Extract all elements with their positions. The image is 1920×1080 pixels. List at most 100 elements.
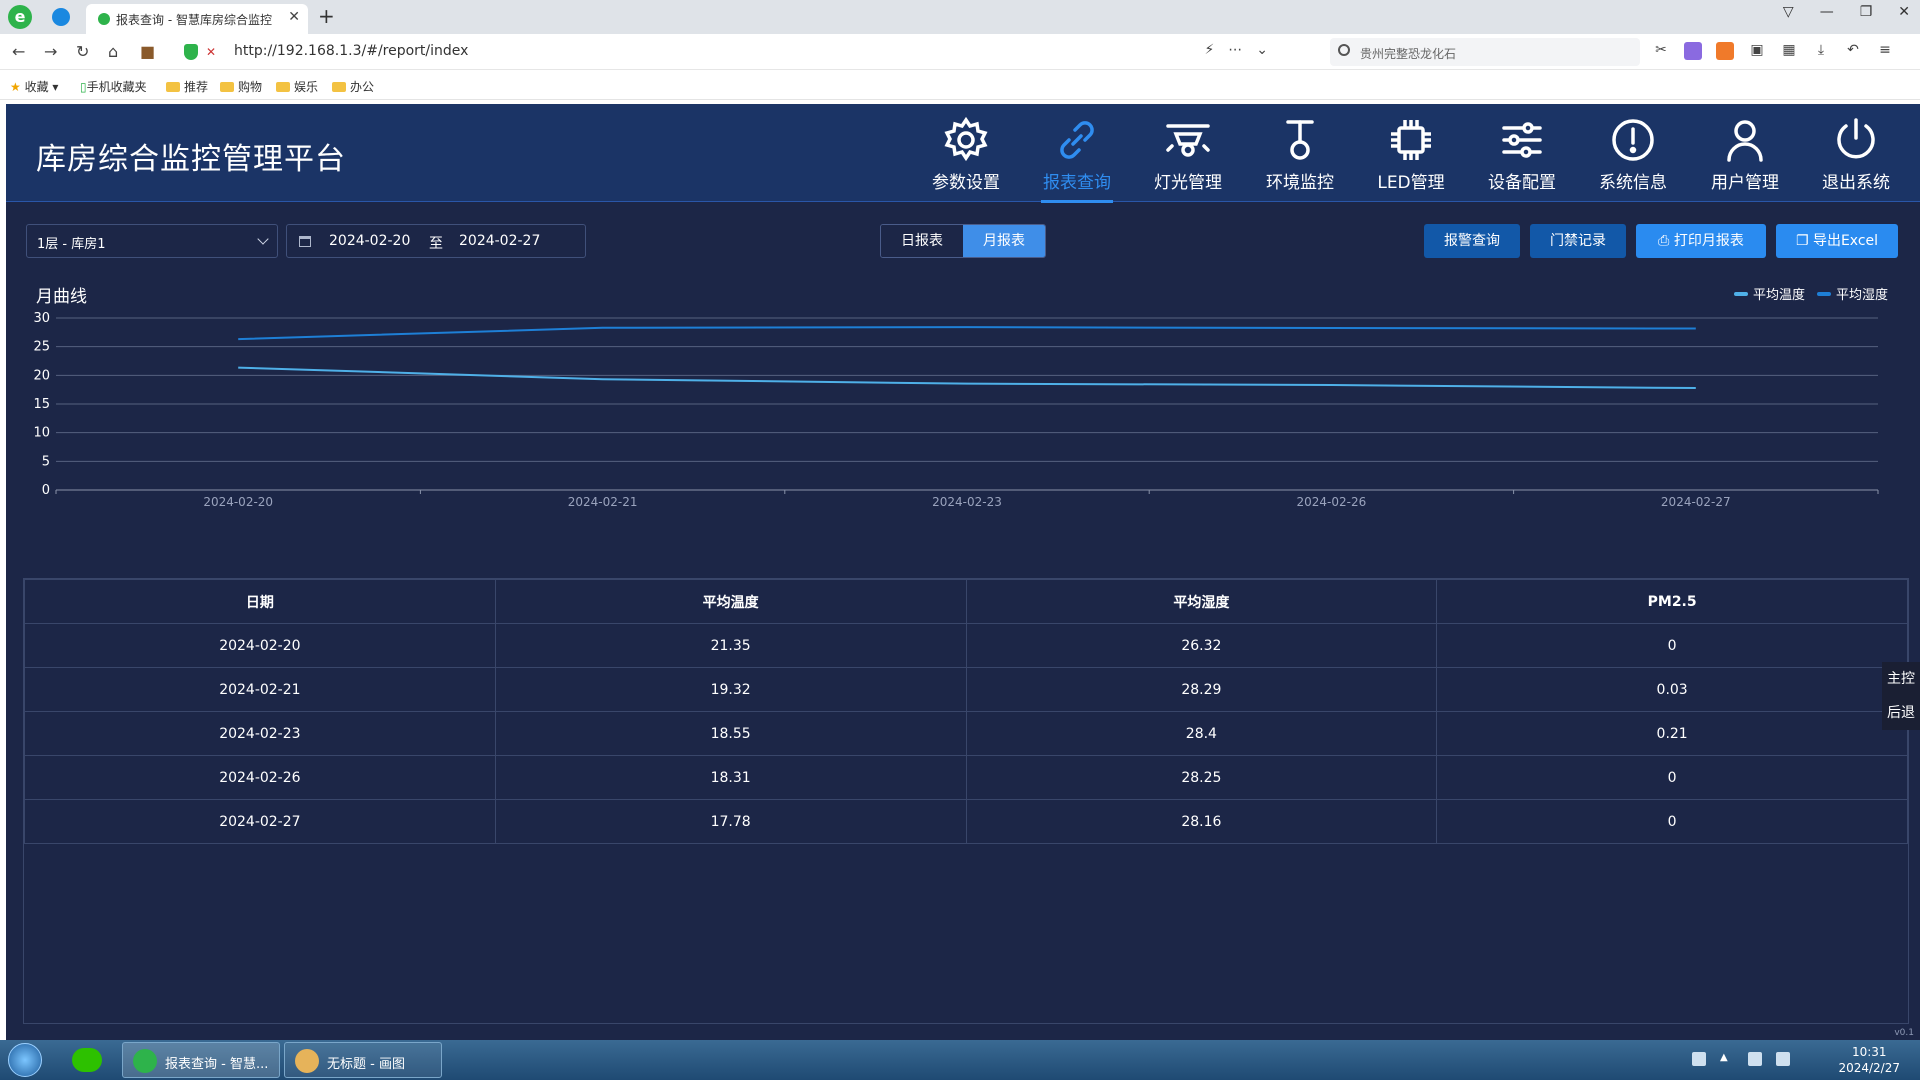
y-tick-label: 10 [33, 426, 50, 441]
cell-humidity: 28.4 [965, 711, 1438, 756]
start-button-icon[interactable] [8, 1043, 42, 1077]
clock[interactable]: 10:31 2024/2/27 [1838, 1044, 1900, 1076]
y-tick-label: 5 [42, 454, 50, 469]
date-range-picker[interactable]: 2024-02-20 至 2024-02-27 [286, 224, 586, 258]
print-report-button[interactable]: ⎙ 打印月报表 [1636, 224, 1766, 258]
game-icon[interactable] [1716, 42, 1734, 60]
app-title: 库房综合监控管理平台 [36, 142, 346, 177]
menu-report[interactable]: 报表查询 [1027, 116, 1127, 203]
reload-icon[interactable]: ↻ [76, 42, 89, 61]
app-header: 库房综合监控管理平台 参数设置 报表查询 灯光管理 环境监控 LED管理 设备配… [6, 104, 1920, 203]
undo-icon[interactable]: ↶ [1844, 42, 1862, 60]
daily-report-button[interactable]: 日报表 [881, 225, 963, 257]
column-header-date: 日期 [24, 579, 496, 624]
table-header-row: 日期 平均温度 平均湿度 PM2.5 [24, 579, 1908, 624]
menu-icon[interactable]: ≡ [1876, 42, 1894, 60]
back-button[interactable]: 后退 [1882, 696, 1920, 730]
menu-system-info[interactable]: 系统信息 [1583, 116, 1683, 193]
search-text[interactable]: 贵州完整恐龙化石 [1360, 45, 1456, 62]
menu-environment[interactable]: 环境监控 [1250, 116, 1350, 193]
url-text[interactable]: http://192.168.1.3/#/report/index [234, 43, 468, 59]
star-icon: ★ [10, 80, 21, 94]
tray-expand-icon[interactable]: ▲ [1720, 1052, 1734, 1066]
bookmark-mobile[interactable]: ▯手机收藏夹 [80, 78, 147, 95]
volume-icon[interactable] [1748, 1052, 1762, 1066]
mail-icon[interactable]: ▣ [1748, 42, 1766, 60]
link-icon [1060, 121, 1094, 159]
menu-device-config[interactable]: 设备配置 [1472, 116, 1572, 193]
column-header-pm25: PM2.5 [1436, 579, 1908, 624]
bookmark-favorites[interactable]: ★ 收藏 ▾ [10, 78, 58, 95]
report-type-toggle: 日报表 月报表 [880, 224, 1046, 258]
cell-pm25: 0 [1436, 623, 1908, 668]
wechat-icon[interactable] [72, 1048, 102, 1072]
x-tick-label: 2024-02-27 [1661, 495, 1731, 509]
alarm-query-button[interactable]: 报警查询 [1424, 224, 1520, 258]
room-select[interactable]: 1层 - 库房1 [26, 224, 278, 258]
menu-params[interactable]: 参数设置 [916, 116, 1016, 193]
date-start[interactable]: 2024-02-20 [329, 233, 410, 249]
column-header-humidity: 平均湿度 [965, 579, 1438, 624]
cell-temperature: 21.35 [494, 623, 967, 668]
insecure-icon[interactable]: ✕ [206, 45, 216, 59]
chevron-down-icon [257, 233, 269, 245]
taskbar-item-paint[interactable]: 无标题 - 画图 [284, 1042, 442, 1078]
download-icon[interactable]: ⤓ [1812, 42, 1830, 60]
calendar-icon [299, 236, 311, 247]
search-input[interactable]: 贵州完整恐龙化石 [1330, 38, 1640, 66]
back-icon[interactable]: ← [12, 42, 25, 61]
cell-humidity: 28.29 [965, 667, 1438, 712]
extension-purple-icon[interactable] [1684, 42, 1702, 60]
forward-icon[interactable]: → [44, 42, 57, 61]
tab-close-icon[interactable]: ✕ [288, 9, 300, 25]
browser-navbar: ← → ↻ ⌂ ■ ✕ http://192.168.1.3/#/report/… [0, 34, 1920, 70]
minimize-icon[interactable]: — [1820, 4, 1834, 20]
menu-user-management[interactable]: 用户管理 [1695, 116, 1795, 193]
room-select-value: 1层 - 库房1 [37, 237, 106, 252]
cell-pm25: 0 [1436, 755, 1908, 800]
menu-led[interactable]: LED管理 [1361, 116, 1461, 193]
bookmark-entertainment[interactable]: 娱乐 [276, 78, 318, 95]
address-bar[interactable]: ✕ http://192.168.1.3/#/report/index ⚡⋯⌄ [176, 40, 1296, 64]
restore-icon[interactable]: ❐ [1860, 4, 1873, 20]
gear-icon [944, 116, 988, 162]
bookmarks-bar: ★ 收藏 ▾ ▯手机收藏夹 推荐 购物 娱乐 办公 [0, 70, 1920, 100]
export-excel-button[interactable]: ❐ 导出Excel [1776, 224, 1898, 258]
cell-pm25: 0.21 [1436, 711, 1908, 756]
shield-icon [184, 44, 198, 60]
scissors-icon[interactable]: ✂ [1652, 42, 1670, 60]
browser-logo-icon[interactable]: e [8, 5, 32, 29]
bookmark-recommend[interactable]: 推荐 [166, 78, 208, 95]
briefcase-icon[interactable]: ■ [140, 42, 155, 61]
close-window-icon[interactable]: ✕ [1898, 4, 1910, 20]
date-end[interactable]: 2024-02-27 [459, 233, 540, 249]
main-control-button[interactable]: 主控 [1882, 662, 1920, 696]
menu-logout[interactable]: 退出系统 [1806, 116, 1906, 193]
column-header-temperature: 平均温度 [494, 579, 967, 624]
browser-tab-active[interactable]: 报表查询 - 智慧库房综合监控 ✕ [86, 4, 308, 34]
network-icon[interactable] [1776, 1052, 1790, 1066]
shirt-icon[interactable]: ▽ [1783, 4, 1794, 20]
y-tick-label: 25 [33, 340, 50, 355]
taskbar-item-browser[interactable]: 报表查询 - 智慧... [122, 1042, 280, 1078]
apps-grid-icon[interactable]: ▦ [1780, 42, 1798, 60]
keyboard-icon[interactable] [1692, 1052, 1706, 1066]
pinned-tab-icon[interactable] [52, 8, 70, 26]
power-icon [1837, 118, 1875, 159]
menu-lighting[interactable]: 灯光管理 [1138, 116, 1238, 193]
address-tools[interactable]: ⚡⋯⌄ [1204, 42, 1282, 58]
tray-icons: ▲ [1692, 1052, 1790, 1066]
cell-humidity: 26.32 [965, 623, 1438, 668]
os-taskbar: 报表查询 - 智慧... 无标题 - 画图 ▲ 10:31 2024/2/27 [0, 1040, 1920, 1080]
new-tab-icon[interactable]: + [318, 4, 335, 28]
folder-icon [220, 82, 234, 92]
alert-icon [1612, 119, 1654, 161]
access-record-button[interactable]: 门禁记录 [1530, 224, 1626, 258]
tab-title: 报表查询 - 智慧库房综合监控 [116, 13, 272, 27]
bookmark-office[interactable]: 办公 [332, 78, 374, 95]
monthly-report-button[interactable]: 月报表 [963, 225, 1045, 257]
bookmark-shopping[interactable]: 购物 [220, 78, 262, 95]
report-table: 日期 平均温度 平均湿度 PM2.5 2024-02-20 21.35 26.3… [24, 579, 1908, 844]
series-line-temperature [238, 366, 1696, 390]
home-icon[interactable]: ⌂ [108, 42, 118, 61]
